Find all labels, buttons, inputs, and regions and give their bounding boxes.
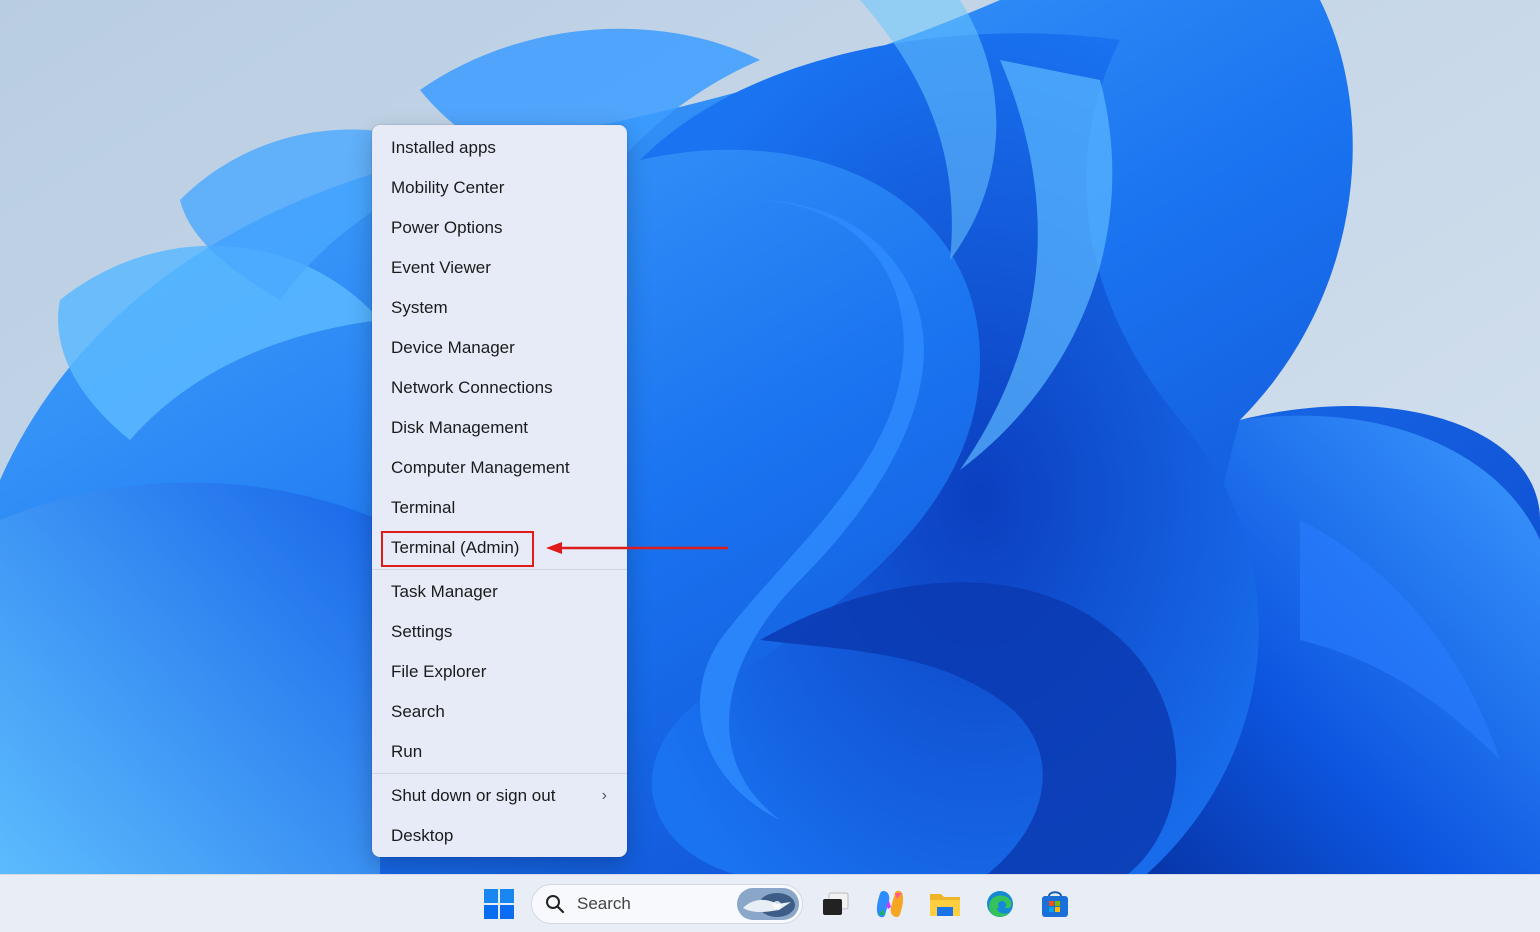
chevron-right-icon: ›: [601, 787, 607, 804]
menu-item-power-options[interactable]: Power Options: [372, 208, 627, 248]
menu-separator: [372, 569, 627, 570]
menu-item-device-manager[interactable]: Device Manager: [372, 328, 627, 368]
menu-item-disk-management[interactable]: Disk Management: [372, 408, 627, 448]
menu-item-search[interactable]: Search: [372, 692, 627, 732]
menu-item-task-manager[interactable]: Task Manager: [372, 572, 627, 612]
annotation-arrow-icon: [546, 542, 728, 554]
taskbar: Search: [0, 874, 1540, 932]
menu-item-terminal[interactable]: Terminal: [372, 488, 627, 528]
menu-item-system[interactable]: System: [372, 288, 627, 328]
menu-item-event-viewer[interactable]: Event Viewer: [372, 248, 627, 288]
menu-item-desktop[interactable]: Desktop: [372, 816, 627, 856]
desktop: Installed apps Mobility Center Power Opt…: [0, 0, 1540, 932]
edge-icon[interactable]: [983, 887, 1017, 921]
search-icon: [546, 895, 565, 914]
menu-item-run[interactable]: Run: [372, 732, 627, 772]
taskbar-search-box[interactable]: Search: [531, 884, 803, 924]
wallpaper-bloom: [0, 0, 1540, 932]
menu-item-file-explorer[interactable]: File Explorer: [372, 652, 627, 692]
menu-item-settings[interactable]: Settings: [372, 612, 627, 652]
menu-item-network-connections[interactable]: Network Connections: [372, 368, 627, 408]
menu-separator: [372, 773, 627, 774]
search-placeholder: Search: [577, 894, 631, 913]
search-highlight-image: [737, 888, 799, 920]
windows-start-icon[interactable]: [482, 887, 516, 921]
winx-context-menu: Installed apps Mobility Center Power Opt…: [372, 125, 627, 857]
menu-item-label: Shut down or sign out: [391, 786, 556, 805]
copilot-icon[interactable]: [873, 887, 907, 921]
file-explorer-icon[interactable]: [928, 887, 962, 921]
microsoft-store-icon[interactable]: [1038, 887, 1072, 921]
menu-item-shut-down-or-sign-out[interactable]: Shut down or sign out ›: [372, 776, 627, 816]
annotation-highlight-box: [381, 531, 534, 567]
menu-item-computer-management[interactable]: Computer Management: [372, 448, 627, 488]
menu-item-installed-apps[interactable]: Installed apps: [372, 128, 627, 168]
task-view-icon[interactable]: [818, 887, 852, 921]
menu-item-mobility-center[interactable]: Mobility Center: [372, 168, 627, 208]
